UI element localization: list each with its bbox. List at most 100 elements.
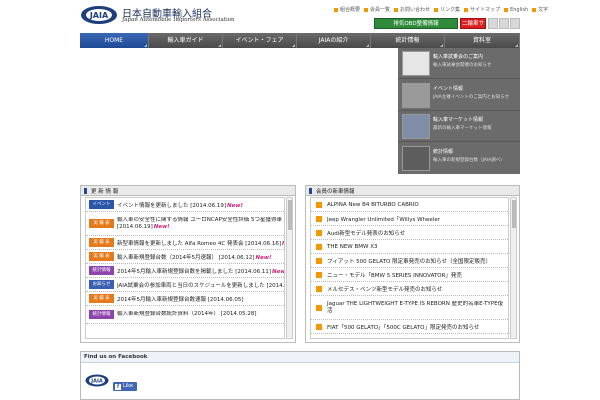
top-link-fontsize[interactable]: 文字	[532, 6, 548, 13]
jaia-logo[interactable]: JAIA 日本自動車輸入組合 Japan Automobile Importer…	[80, 4, 235, 26]
top-link-about[interactable]: 組合概要	[334, 6, 360, 13]
news-scrollbar[interactable]	[286, 197, 293, 339]
scroll-thumb[interactable]	[512, 200, 516, 228]
feature-title: 統計情報	[433, 149, 454, 155]
bullet-icon	[504, 7, 509, 12]
facebook-icon: f	[115, 383, 121, 390]
corner-arrow-icon	[292, 44, 295, 47]
feature-desc: JAIA主催イベントのご案内とお知らせ	[433, 95, 510, 100]
news-item[interactable]: 統計情報 輸入車新規登録台数統計資料（2014年） [2014.05.28]	[86, 306, 284, 324]
arrow-bullet-icon	[316, 201, 322, 208]
facebook-like-button[interactable]: f Like	[113, 382, 137, 391]
bullet-icon	[464, 7, 469, 12]
news-list: イベント イベント情報を更新しました [2014.06.19]New! 実 績 表…	[85, 197, 285, 339]
top-link-members[interactable]: 会員一覧	[364, 6, 390, 13]
category-badge: 実 績 表	[89, 252, 114, 261]
nav-statistics[interactable]: 統計情報	[371, 33, 445, 48]
nav-about[interactable]: JAIAの紹介	[297, 33, 371, 48]
jaia-emblem-icon[interactable]: JAIA	[85, 374, 109, 387]
arrow-bullet-icon	[316, 257, 322, 264]
feature-title: イベント情報	[433, 86, 464, 92]
feature-thumbnail	[402, 114, 430, 139]
facebook-box: Find us on Facebook JAIA f Like	[80, 351, 520, 400]
list-item[interactable]: ニュー・モデル「BMW 5 SERIES INNOVATOR」発売	[311, 268, 508, 282]
arrow-bullet-icon	[316, 243, 322, 250]
new-badge: New!	[282, 241, 284, 247]
feature-item[interactable]: イベント情報 JAIA主催イベントのご案内とお知らせ	[398, 80, 520, 111]
feature-title: 輸入車試乗会のご案内	[433, 54, 484, 60]
news-item[interactable]: 実 績 表輸入車新規登録台数（2014年5月速報） [2014.06.12]Ne…	[86, 250, 284, 264]
corner-arrow-icon	[366, 44, 369, 47]
news-text: 2014年5月輸入車新規登録台数を掲載しました [2014.06.11]	[117, 268, 272, 275]
obd-info-button[interactable]: 排気OBD整備情報	[374, 18, 458, 29]
scroll-thumb[interactable]	[288, 200, 292, 230]
category-badge: 実 績 表	[89, 238, 114, 247]
top-link-links[interactable]: リンク集	[434, 6, 460, 13]
jaia-emblem-icon: JAIA	[81, 6, 117, 24]
list-item[interactable]: メルセデス・ベンツ新型モデル発売のお知らせ	[311, 282, 508, 296]
font-size-medium-button[interactable]	[499, 18, 509, 29]
news-item[interactable]: 統計情報 2014年5月輸入車新規登録台数を掲載しました [2014.06.11]…	[86, 264, 284, 278]
svg-text:JAIA: JAIA	[90, 379, 103, 385]
bullet-icon	[434, 7, 439, 12]
feature-thumbnail	[402, 51, 430, 76]
top-link-sitemap[interactable]: サイトマップ	[464, 6, 500, 13]
new-badge: New!	[255, 254, 272, 261]
arrow-bullet-icon	[316, 229, 322, 236]
list-item[interactable]: ALPINA New B4 BITURBO CABRIO	[311, 198, 508, 212]
category-badge: 実 績 表	[89, 219, 114, 228]
category-badge: 統計情報	[89, 266, 114, 275]
feature-item[interactable]: 統計情報 輸入車の新規登録台数（JAIA調べ）	[398, 143, 520, 174]
site-subtitle: Japan Automobile Importers Association	[122, 17, 235, 23]
feature-desc: 輸入車の新規登録台数（JAIA調べ）	[433, 158, 505, 163]
feature-desc: 輸入車試乗会開催のお知らせ	[433, 63, 492, 68]
nav-home[interactable]: HOME	[80, 33, 149, 48]
new-badge: New!	[272, 268, 284, 275]
top-link-english[interactable]: English	[504, 6, 528, 13]
category-badge: お知らせ	[89, 280, 114, 289]
news-text: イベント情報を更新しました [2014.06.19]	[117, 202, 227, 209]
news-item[interactable]: 実 績 表新型車情報を更新しました Alfa Romeo 4C 発表会 [201…	[86, 236, 284, 250]
nav-events[interactable]: イベント・フェア	[223, 33, 297, 48]
member-news-header: 会員の新車情報	[306, 186, 519, 196]
bullet-icon	[532, 7, 537, 12]
list-item[interactable]: フィアット 500 GELATO 限定車発売のお知らせ（全国限定販売）	[311, 254, 508, 268]
news-item[interactable]: 実 績 表輸入車の安全性に関する情報 ユーロNCAP安全性評価 5つ星獲得車 […	[86, 212, 284, 236]
feature-thumbnail	[402, 83, 430, 108]
news-text: JAIA試乗会の参加車両と当日のスケジュールを更新しました [2014.06.0…	[117, 282, 284, 289]
new-badge: New!	[153, 223, 170, 230]
list-item[interactable]: Jaguar THE LIGHTWEIGHT E-TYPE IS REBORN …	[311, 296, 508, 320]
feature-thumbnail	[402, 146, 430, 171]
arrow-bullet-icon	[316, 271, 322, 278]
news-text: 輸入車新規登録台数統計資料（2014年） [2014.05.28]	[117, 311, 257, 317]
news-item[interactable]: イベント イベント情報を更新しました [2014.06.19]New!	[86, 198, 284, 212]
corner-arrow-icon	[515, 44, 518, 47]
member-news-list: ALPINA New B4 BITURBO CABRIO Jeep Wrangl…	[310, 197, 509, 339]
font-size-large-button[interactable]	[510, 18, 520, 29]
arrow-bullet-icon	[316, 304, 322, 311]
arrow-bullet-icon	[316, 215, 322, 222]
nav-import-guide[interactable]: 輸入車ガイド	[149, 33, 223, 48]
feature-item[interactable]: 輸入車マーケット情報 最新の輸入車マーケット情報	[398, 111, 520, 142]
top-links: 組合概要 会員一覧 お問い合わせ リンク集 サイトマップ English 文字	[334, 6, 548, 13]
arrow-bullet-icon	[316, 323, 322, 330]
news-item[interactable]: 実 績 表 2014年5月輸入車新規登録台数速報 [2014.06.05]	[86, 292, 284, 306]
category-badge: 統計情報	[89, 310, 114, 319]
nav-library[interactable]: 資料室	[445, 33, 520, 48]
category-badge: 実 績 表	[89, 294, 114, 303]
feature-item[interactable]: 輸入車試乗会のご案内 輸入車試乗会開催のお知らせ	[398, 48, 520, 79]
list-item[interactable]: FIAT「500 GELATO」「500C GELATO」限定発売のお知らせ	[311, 320, 508, 334]
member-news-scrollbar[interactable]	[510, 197, 517, 339]
bullet-icon	[394, 7, 399, 12]
news-item[interactable]: お知らせ JAIA試乗会の参加車両と当日のスケジュールを更新しました [2014.…	[86, 278, 284, 292]
news-text: 2014年5月輸入車新規登録台数速報 [2014.06.05]	[117, 296, 244, 303]
news-text: 新型車情報を更新しました Alfa Romeo 4C 発表会 [2014.06.…	[117, 240, 282, 247]
font-size-small-button[interactable]	[488, 18, 498, 29]
main-nav: HOME 輸入車ガイド イベント・フェア JAIAの紹介 統計情報 資料室	[80, 33, 520, 48]
feature-panel: 輸入車試乗会のご案内 輸入車試乗会開催のお知らせ イベント情報 JAIA主催イベ…	[398, 48, 520, 174]
motorcycle-site-button[interactable]: 二輪車サイト	[460, 18, 486, 38]
list-item[interactable]: Jeep Wrangler Unlimited「Willys Wheeler	[311, 212, 508, 226]
list-item[interactable]: THE NEW BMW X3	[311, 240, 508, 254]
list-item[interactable]: Audi新型モデル発表のお知らせ	[311, 226, 508, 240]
top-link-contact[interactable]: お問い合わせ	[394, 6, 430, 13]
